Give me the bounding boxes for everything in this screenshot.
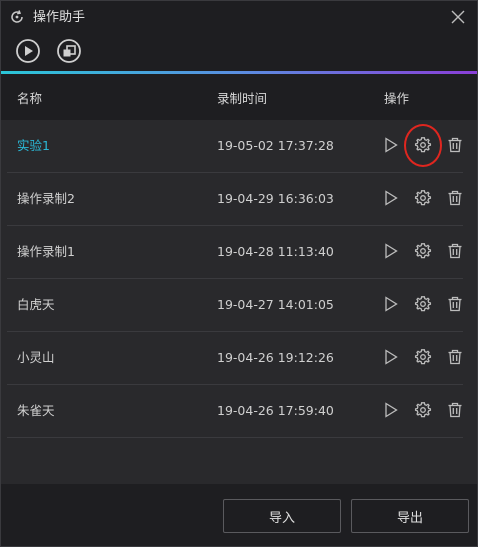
close-icon[interactable] (449, 8, 467, 26)
footer-bar: 导入 导出 (1, 484, 477, 546)
title-bar: 操作助手 (1, 1, 477, 35)
table-header: 名称 录制时间 操作 (1, 74, 477, 120)
table-row[interactable]: 朱雀天 19-04-26 17:59:40 (1, 385, 477, 438)
table-row[interactable]: 操作录制2 19-04-29 16:36:03 (1, 173, 477, 226)
table-row[interactable]: 实验1 19-05-02 17:37:28 (1, 120, 477, 173)
recording-name[interactable]: 操作录制2 (17, 191, 75, 207)
play-icon[interactable] (382, 401, 400, 419)
play-icon[interactable] (382, 295, 400, 313)
play-icon[interactable] (382, 189, 400, 207)
trash-icon[interactable] (446, 136, 464, 154)
table-row[interactable]: 小灵山 19-04-26 19:12:26 (1, 332, 477, 385)
trash-icon[interactable] (446, 242, 464, 260)
recording-list: 实验1 19-05-02 17:37:28 操作录制2 19-04-29 16:… (1, 120, 477, 484)
row-divider (7, 437, 463, 438)
recording-time: 19-04-28 11:13:40 (217, 244, 334, 259)
trash-icon[interactable] (446, 295, 464, 313)
recording-name[interactable]: 实验1 (17, 138, 50, 154)
gear-icon[interactable] (414, 295, 432, 313)
recording-name[interactable]: 朱雀天 (17, 403, 55, 419)
recording-time: 19-04-29 16:36:03 (217, 191, 334, 206)
gear-icon[interactable] (414, 136, 432, 154)
play-icon[interactable] (382, 242, 400, 260)
play-circle-icon[interactable] (15, 38, 41, 64)
window-title: 操作助手 (33, 10, 86, 25)
import-button[interactable]: 导入 (223, 499, 341, 533)
trash-icon[interactable] (446, 401, 464, 419)
trash-icon[interactable] (446, 189, 464, 207)
header-time: 录制时间 (217, 91, 268, 106)
export-button[interactable]: 导出 (351, 499, 469, 533)
play-icon[interactable] (382, 136, 400, 154)
play-icon[interactable] (382, 348, 400, 366)
recording-name[interactable]: 小灵山 (17, 350, 55, 366)
recording-time: 19-05-02 17:37:28 (217, 138, 334, 153)
header-name: 名称 (17, 91, 43, 106)
recording-name[interactable]: 白虎天 (17, 297, 55, 313)
trash-icon[interactable] (446, 348, 464, 366)
recording-time: 19-04-26 19:12:26 (217, 350, 334, 365)
recording-time: 19-04-26 17:59:40 (217, 403, 334, 418)
recording-time: 19-04-27 14:01:05 (217, 297, 334, 312)
record-square-icon[interactable] (56, 38, 82, 64)
gear-icon[interactable] (414, 189, 432, 207)
gear-icon[interactable] (414, 348, 432, 366)
gear-icon[interactable] (414, 401, 432, 419)
table-row[interactable]: 白虎天 19-04-27 14:01:05 (1, 279, 477, 332)
gear-icon[interactable] (414, 242, 432, 260)
table-row[interactable]: 操作录制1 19-04-28 11:13:40 (1, 226, 477, 279)
assistant-window: 操作助手 名称 录制时间 操作 实验1 19-05-02 17:37:28 操作… (0, 0, 478, 547)
recording-name[interactable]: 操作录制1 (17, 244, 75, 260)
header-actions: 操作 (384, 91, 410, 106)
refresh-icon (11, 10, 23, 23)
